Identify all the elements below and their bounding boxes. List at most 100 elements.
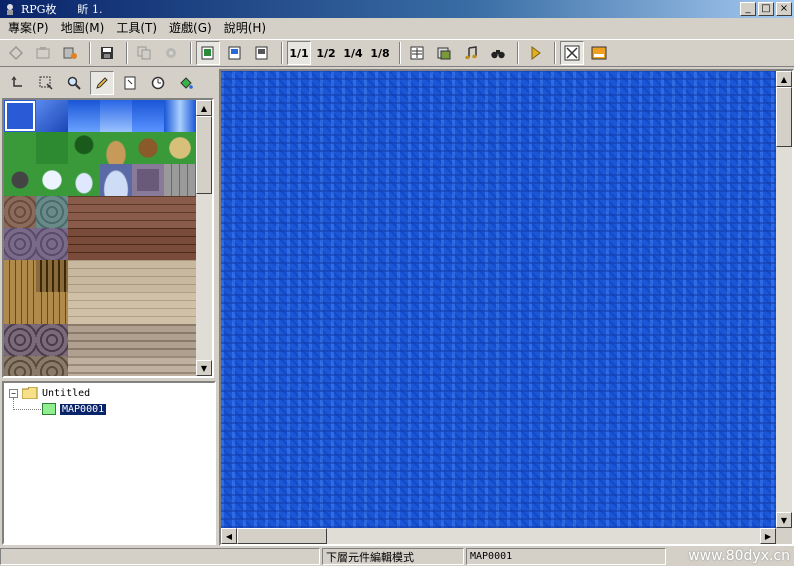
tile-snow[interactable] <box>36 164 68 196</box>
zoom-1-8-button[interactable]: 1/8 <box>368 41 392 65</box>
tile-plaster[interactable] <box>100 292 132 324</box>
map-vertical-scrollbar[interactable]: ▲ ▼ <box>776 71 792 528</box>
scroll-up-button[interactable]: ▲ <box>196 100 212 116</box>
tree-root[interactable]: − Untitled <box>9 386 90 400</box>
paste-button[interactable] <box>159 41 183 65</box>
menu-game[interactable]: 遊戲(G) <box>163 19 218 37</box>
tile-water-selected[interactable] <box>4 100 36 132</box>
tile-gray-stone[interactable] <box>164 164 196 196</box>
map-scroll-up-button[interactable]: ▲ <box>776 71 792 87</box>
collapse-icon[interactable]: − <box>9 388 18 398</box>
scroll-thumb[interactable] <box>196 116 212 194</box>
zoom-1-2-button[interactable]: 1/2 <box>314 41 338 65</box>
tree-item-map-label[interactable]: MAP0001 <box>58 402 108 416</box>
tile-paving[interactable] <box>132 356 164 376</box>
tile-paving[interactable] <box>68 356 100 376</box>
tile-paving[interactable] <box>132 324 164 356</box>
music-button[interactable] <box>459 41 483 65</box>
tile-deep-water[interactable] <box>68 100 100 132</box>
tile-deep-water[interactable] <box>100 100 132 132</box>
map-scroll-down-button[interactable]: ▼ <box>776 512 792 528</box>
tile-plaster[interactable] <box>132 292 164 324</box>
database-button[interactable] <box>405 41 429 65</box>
tile-deep-water[interactable] <box>132 100 164 132</box>
open-project-button[interactable] <box>31 41 55 65</box>
material-button[interactable] <box>432 41 456 65</box>
menu-map[interactable]: 地圖(M) <box>55 19 111 37</box>
zoom-tool-button[interactable] <box>62 71 86 95</box>
tile-cobble[interactable] <box>36 324 68 356</box>
copy-button[interactable] <box>132 41 156 65</box>
tile-cobble[interactable] <box>36 356 68 376</box>
tile-brick[interactable] <box>68 228 100 260</box>
tileset-panel[interactable]: ▲ ▼ <box>2 98 214 378</box>
tile-brick[interactable] <box>132 196 164 228</box>
tile-brick[interactable] <box>100 196 132 228</box>
tile-paving[interactable] <box>164 356 196 376</box>
map-canvas[interactable] <box>221 71 776 528</box>
menu-tools[interactable]: 工具(T) <box>110 19 163 37</box>
title-screen-button[interactable] <box>587 41 611 65</box>
tile-rock-wall[interactable] <box>4 196 36 228</box>
tile-wood[interactable] <box>4 260 36 292</box>
new-project-button[interactable] <box>4 41 28 65</box>
tile-hole[interactable] <box>4 164 36 196</box>
undo-button[interactable] <box>6 71 30 95</box>
circle-tool-button[interactable] <box>146 71 170 95</box>
search-button[interactable] <box>486 41 510 65</box>
map-horizontal-scrollbar[interactable]: ◀ ▶ <box>221 528 776 544</box>
tile-grid[interactable] <box>4 100 198 376</box>
map-hscroll-thumb[interactable] <box>237 528 327 544</box>
tile-brick[interactable] <box>68 196 100 228</box>
map-editor[interactable]: ▲ ▼ ◀ ▶ <box>219 69 794 546</box>
tile-plaster[interactable] <box>132 260 164 292</box>
tile-wood[interactable] <box>36 292 68 324</box>
upper-layer-button[interactable] <box>223 41 247 65</box>
tile-sand[interactable] <box>164 132 196 164</box>
zoom-1-4-button[interactable]: 1/4 <box>341 41 365 65</box>
tree-item-map[interactable]: MAP0001 <box>42 402 108 416</box>
map-scroll-right-button[interactable]: ▶ <box>760 528 776 544</box>
tile-snow-hill[interactable] <box>100 164 132 196</box>
select-tool-button[interactable] <box>34 71 58 95</box>
tile-plaster[interactable] <box>68 292 100 324</box>
tile-brick[interactable] <box>132 228 164 260</box>
tile-paving[interactable] <box>68 324 100 356</box>
tile-plaster[interactable] <box>164 292 196 324</box>
maximize-button[interactable]: □ <box>758 2 774 16</box>
tile-plaster[interactable] <box>100 260 132 292</box>
event-layer-button[interactable] <box>250 41 274 65</box>
tile-stone-block[interactable] <box>132 164 164 196</box>
tile-purple-rock[interactable] <box>36 228 68 260</box>
menu-project[interactable]: 專案(P) <box>2 19 55 37</box>
tile-brick[interactable] <box>164 228 196 260</box>
map-vscroll-thumb[interactable] <box>776 87 792 147</box>
tile-paving[interactable] <box>164 324 196 356</box>
tile-wood-dark[interactable] <box>36 260 68 292</box>
fullscreen-button[interactable] <box>560 41 584 65</box>
lower-layer-button[interactable] <box>196 41 220 65</box>
fill-tool-button[interactable] <box>174 71 198 95</box>
rectangle-tool-button[interactable] <box>118 71 142 95</box>
tile-mound[interactable] <box>100 132 132 164</box>
zoom-1-1-button[interactable]: 1/1 <box>287 41 311 65</box>
tile-teal-rock[interactable] <box>36 196 68 228</box>
tile-cobble[interactable] <box>4 356 36 376</box>
tile-paving[interactable] <box>100 324 132 356</box>
tile-wood[interactable] <box>4 292 36 324</box>
tile-plaster[interactable] <box>68 260 100 292</box>
tile-brick[interactable] <box>164 196 196 228</box>
tile-plaster[interactable] <box>164 260 196 292</box>
play-test-button[interactable] <box>523 41 547 65</box>
pencil-tool-button[interactable] <box>90 71 114 95</box>
map-scroll-left-button[interactable]: ◀ <box>221 528 237 544</box>
tile-bush[interactable] <box>68 132 100 164</box>
menu-help[interactable]: 說明(H) <box>218 19 272 37</box>
map-tree[interactable]: − Untitled MAP0001 <box>2 381 216 545</box>
close-project-button[interactable] <box>58 41 82 65</box>
save-button[interactable] <box>95 41 119 65</box>
tile-water[interactable] <box>36 100 68 132</box>
tree-root-label[interactable]: Untitled <box>42 388 90 399</box>
tile-cobble[interactable] <box>4 324 36 356</box>
tile-stump[interactable] <box>132 132 164 164</box>
